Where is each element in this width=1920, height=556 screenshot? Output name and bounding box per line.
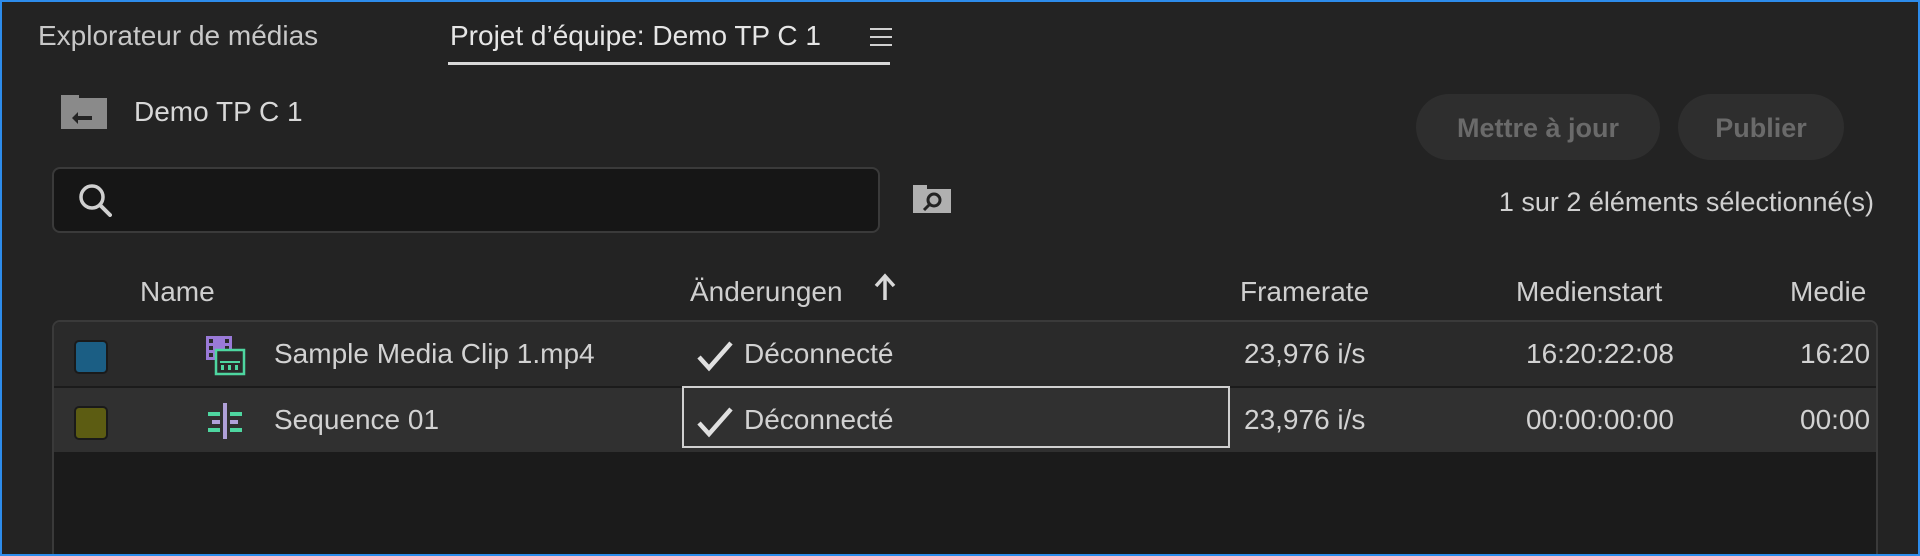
parent-folder-icon[interactable] <box>60 94 108 130</box>
item-framerate: 23,976 i/s <box>1244 404 1366 435</box>
search-box[interactable] <box>52 167 880 233</box>
item-medienstart: 16:20:22:08 <box>1526 338 1674 369</box>
panel-menu-icon[interactable] <box>870 28 892 48</box>
column-header-medienende[interactable]: Medie <box>1790 274 1866 310</box>
video-clip-icon <box>206 336 246 376</box>
column-header-changes[interactable]: Änderungen <box>690 274 843 310</box>
team-project-panel: Explorateur de médias Projet d’équipe: D… <box>0 0 1920 556</box>
item-medienende: 16:20 <box>1800 338 1871 369</box>
item-name: Sample Media Clip 1.mp4 <box>274 338 595 369</box>
item-medienstart: 00:00:00:00 <box>1526 404 1674 435</box>
table-row[interactable]: Sample Media Clip 1.mp4 Déconnecté 23,97… <box>54 322 1876 388</box>
tab-team-project[interactable]: Projet d’équipe: Demo TP C 1 <box>450 16 821 56</box>
item-status: Déconnecté <box>744 338 894 369</box>
search-input[interactable] <box>128 177 872 225</box>
item-medienende: 00:00 <box>1800 404 1871 435</box>
column-header-medienstart[interactable]: Medienstart <box>1516 274 1662 310</box>
item-status: Déconnecté <box>744 404 894 435</box>
search-icon <box>79 184 112 217</box>
tab-media-browser[interactable]: Explorateur de médias <box>38 16 318 56</box>
sort-ascending-icon[interactable] <box>872 272 898 304</box>
label-color-swatch[interactable] <box>74 340 108 374</box>
checkmark-icon <box>697 407 733 438</box>
table-row[interactable]: Sequence 01 Déconnecté 23,976 i/s 00:00:… <box>54 386 1876 454</box>
column-header-name[interactable]: Name <box>140 274 215 310</box>
panel-tabs: Explorateur de médias Projet d’équipe: D… <box>2 2 1918 65</box>
selection-count-status: 1 sur 2 éléments sélectionné(s) <box>1498 187 1874 217</box>
project-breadcrumb: Demo TP C 1 <box>134 96 303 127</box>
sequence-icon <box>208 403 242 439</box>
active-tab-indicator <box>448 62 890 65</box>
find-in-folder-icon[interactable] <box>912 184 952 214</box>
update-button[interactable]: Mettre à jour <box>1416 94 1660 160</box>
publish-button[interactable]: Publier <box>1678 94 1844 160</box>
project-items-list[interactable]: Sample Media Clip 1.mp4 Déconnecté 23,97… <box>52 320 1878 554</box>
column-header-framerate[interactable]: Framerate <box>1240 274 1369 310</box>
label-color-swatch[interactable] <box>74 406 108 440</box>
item-framerate: 23,976 i/s <box>1244 338 1366 369</box>
checkmark-icon <box>697 341 733 372</box>
item-name: Sequence 01 <box>274 404 440 435</box>
